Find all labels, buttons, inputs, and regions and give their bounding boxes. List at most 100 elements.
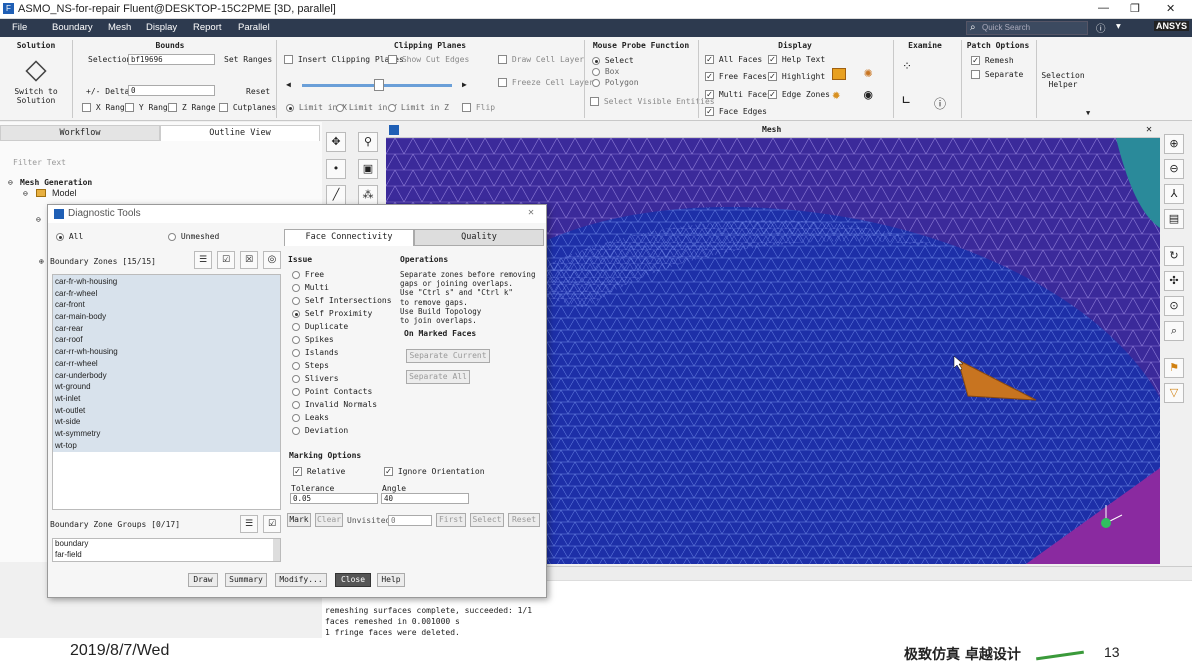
select-visible-checkbox[interactable]: Select Visible Entities xyxy=(590,97,715,106)
menu-file[interactable]: File xyxy=(12,22,27,33)
cutplanes-checkbox[interactable]: Cutplanes xyxy=(219,103,276,112)
show-cut-edges-checkbox[interactable]: Show Cut Edges xyxy=(388,55,469,64)
filter-input[interactable]: Filter Text xyxy=(2,156,320,170)
tree-model[interactable]: Model xyxy=(52,188,77,198)
list-item[interactable]: wt-symmetry xyxy=(53,428,280,440)
clip-slider-thumb[interactable] xyxy=(374,79,384,91)
issue-invalid-normals-radio[interactable]: Invalid Normals xyxy=(292,398,392,411)
issue-self-intersections-radio[interactable]: Self Intersections xyxy=(292,294,392,307)
target-icon[interactable]: ◎ xyxy=(263,251,281,269)
delta-field[interactable]: 0 xyxy=(128,85,215,96)
issue-spikes-radio[interactable]: Spikes xyxy=(292,333,392,346)
zoom-fit-icon[interactable]: ⊕ xyxy=(1164,134,1184,154)
menu-mesh[interactable]: Mesh xyxy=(108,22,131,33)
selection-helper-button[interactable]: Selection Helper xyxy=(1040,71,1086,89)
minimize-button[interactable]: — xyxy=(1098,2,1109,14)
rotate-icon[interactable]: ↻ xyxy=(1164,246,1184,266)
x-range-checkbox[interactable]: X Range xyxy=(82,103,130,112)
remesh-checkbox[interactable]: ✓ Remesh xyxy=(971,56,1014,65)
zoom-icon[interactable]: ⊙ xyxy=(1164,296,1184,316)
select-all-icon[interactable]: ☰ xyxy=(194,251,212,269)
list-item[interactable]: car-front xyxy=(53,299,280,311)
reset-button[interactable]: Reset xyxy=(508,513,540,527)
multi-faces-checkbox[interactable]: ✓ Multi Faces xyxy=(705,90,772,99)
zoom-in-icon[interactable]: ⊖ xyxy=(1164,159,1184,179)
list-item[interactable]: car-rr-wh-housing xyxy=(53,346,280,358)
page-icon[interactable]: ▤ xyxy=(1164,209,1184,229)
edge-zones-checkbox[interactable]: ✓ Edge Zones xyxy=(768,90,830,99)
axis-icon[interactable]: ∟ xyxy=(902,93,910,109)
slider-right-arrow[interactable]: ▶ xyxy=(462,80,467,89)
pan-icon[interactable]: ✣ xyxy=(1164,271,1184,291)
zoom-box-icon[interactable]: ⌕ xyxy=(1164,321,1184,341)
z-range-checkbox[interactable]: Z Range xyxy=(168,103,216,112)
help-button[interactable]: Help xyxy=(377,573,405,587)
angle-field[interactable]: 40 xyxy=(381,493,469,504)
issue-steps-radio[interactable]: Steps xyxy=(292,359,392,372)
nodes-tool-icon[interactable]: ⁂ xyxy=(358,185,378,205)
modify-button[interactable]: Modify... xyxy=(275,573,327,587)
list-item[interactable]: car-main-body xyxy=(53,311,280,323)
list-item[interactable]: car-rear xyxy=(53,323,280,335)
tree-expand-icon[interactable]: ⊖ xyxy=(8,178,13,187)
list-item[interactable]: car-rr-wheel xyxy=(53,358,280,370)
menu-boundary[interactable]: Boundary xyxy=(52,22,93,33)
list-item[interactable]: car-fr-wh-housing xyxy=(53,276,280,288)
point-tool-icon[interactable]: • xyxy=(326,159,346,179)
eye-icon[interactable]: ◉ xyxy=(864,87,872,103)
info-icon[interactable]: ⓘ xyxy=(934,95,946,112)
tree-sub-expand-icon[interactable]: ⊖ xyxy=(36,215,41,224)
unvisited-field[interactable]: 0 xyxy=(388,515,432,526)
quick-search[interactable]: ⌕ Quick Search xyxy=(966,21,1088,35)
select-filter-icon[interactable]: ☑ xyxy=(217,251,235,269)
list-item[interactable]: wt-inlet xyxy=(53,393,280,405)
help-text-checkbox[interactable]: ✓ Help Text xyxy=(768,55,825,64)
tree-root[interactable]: Mesh Generation xyxy=(20,178,92,187)
line-tool-icon[interactable]: ╱ xyxy=(326,185,346,205)
sun-icon[interactable]: ✹ xyxy=(832,87,840,103)
lighting-icon[interactable]: ✺ xyxy=(864,65,872,81)
all-faces-checkbox[interactable]: ✓ All Faces xyxy=(705,55,762,64)
mark-button[interactable]: Mark xyxy=(287,513,311,527)
select-tool-icon[interactable]: ✥ xyxy=(326,132,346,152)
list-item[interactable]: far-field xyxy=(53,550,280,561)
tolerance-field[interactable]: 0.05 xyxy=(290,493,378,504)
cube-tool-icon[interactable]: ▣ xyxy=(358,159,378,179)
draw-button[interactable]: Draw xyxy=(188,573,218,587)
ignore-orientation-checkbox[interactable]: ✓ Ignore Orientation xyxy=(384,467,485,476)
separate-checkbox[interactable]: Separate xyxy=(971,70,1023,79)
probe-polygon-radio[interactable]: Polygon xyxy=(592,78,639,87)
slider-left-arrow[interactable]: ◀ xyxy=(286,80,291,89)
issue-leaks-radio[interactable]: Leaks xyxy=(292,411,392,424)
maximize-button[interactable]: ❐ xyxy=(1130,2,1140,15)
probe-tool-icon[interactable]: ⚲ xyxy=(358,132,378,152)
issue-self-proximity-radio[interactable]: Self Proximity xyxy=(292,307,392,320)
unmeshed-radio[interactable]: Unmeshed xyxy=(168,232,219,241)
tab-outline-view[interactable]: Outline View xyxy=(160,125,320,141)
zone-groups-list[interactable]: boundary far-field xyxy=(52,538,281,562)
bz-expand-icon[interactable]: ⊕ xyxy=(39,257,44,266)
help-icon[interactable]: ⓘ xyxy=(1096,21,1106,35)
list-item[interactable]: wt-side xyxy=(53,416,280,428)
close-window-button[interactable]: ✕ xyxy=(1166,2,1175,15)
issue-duplicate-radio[interactable]: Duplicate xyxy=(292,320,392,333)
probe-box-radio[interactable]: Box xyxy=(592,67,619,76)
menu-display[interactable]: Display xyxy=(146,22,177,33)
face-edges-checkbox[interactable]: ✓ Face Edges xyxy=(705,107,767,116)
list-item[interactable]: wt-ground xyxy=(53,381,280,393)
separate-all-button[interactable]: Separate All xyxy=(406,370,470,384)
summary-button[interactable]: Summary xyxy=(225,573,267,587)
group-select-icon[interactable]: ☰ xyxy=(240,515,258,533)
list-item[interactable]: wt-top xyxy=(53,440,280,452)
reset-bounds-button[interactable]: Reset xyxy=(246,87,270,96)
first-button[interactable]: First xyxy=(436,513,466,527)
menu-report[interactable]: Report xyxy=(193,22,222,33)
probe-select-radio[interactable]: Select xyxy=(592,56,634,65)
flag-icon[interactable]: ⚑ xyxy=(1164,358,1184,378)
y-range-checkbox[interactable]: Y Range xyxy=(125,103,173,112)
switch-to-solution-button[interactable]: Switch to Solution xyxy=(12,60,60,111)
flip-checkbox[interactable]: Flip xyxy=(462,103,495,112)
list-item[interactable]: car-roof xyxy=(53,334,280,346)
menu-parallel[interactable]: Parallel xyxy=(238,22,270,33)
issue-multi-radio[interactable]: Multi xyxy=(292,281,392,294)
